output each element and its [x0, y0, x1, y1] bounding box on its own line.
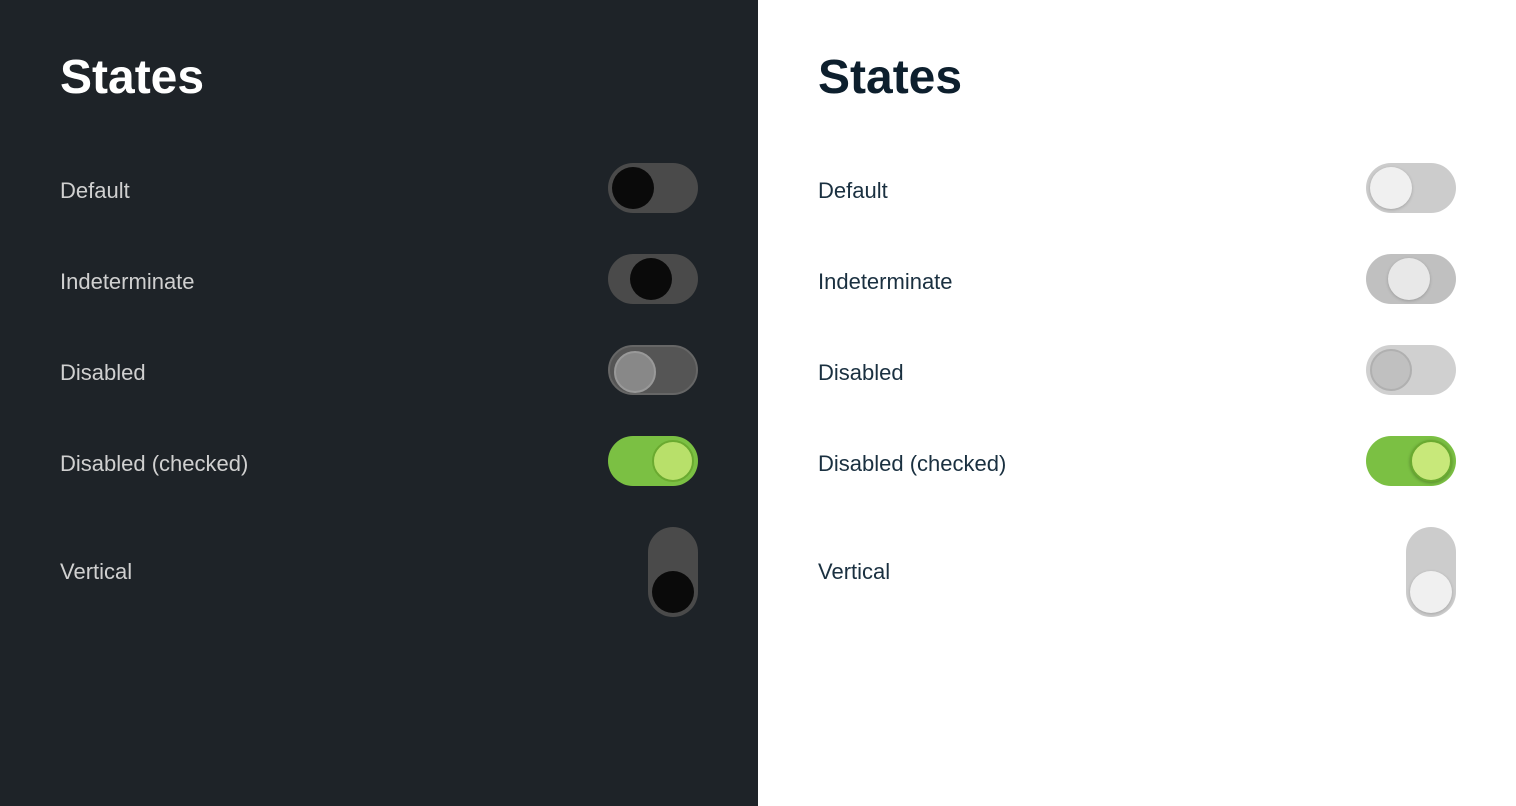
dark-default-toggle[interactable] — [608, 163, 698, 218]
light-vertical-track — [1406, 527, 1456, 617]
light-default-row: Default — [818, 145, 1456, 236]
dark-vertical-track — [648, 527, 698, 617]
dark-indeterminate-row: Indeterminate — [60, 236, 698, 327]
light-vertical-toggle[interactable] — [1406, 527, 1456, 617]
light-disabled-checked-track — [1366, 436, 1456, 486]
light-indeterminate-thumb — [1388, 258, 1430, 300]
dark-disabled-thumb — [614, 351, 656, 393]
dark-disabled-checked-track — [608, 436, 698, 486]
dark-vertical-label-wrapper: Vertical — [60, 527, 132, 617]
light-disabled-checked-row: Disabled (checked) — [818, 418, 1456, 509]
dark-disabled-checked-thumb — [652, 440, 694, 482]
dark-disabled-track — [608, 345, 698, 395]
light-vertical-thumb — [1410, 571, 1452, 613]
dark-vertical-label: Vertical — [60, 559, 132, 585]
light-vertical-label-wrapper: Vertical — [818, 527, 890, 617]
dark-indeterminate-thumb — [630, 258, 672, 300]
dark-disabled-label: Disabled — [60, 360, 146, 386]
light-disabled-checked-thumb — [1410, 440, 1452, 482]
light-disabled-checked-label: Disabled (checked) — [818, 451, 1006, 477]
light-disabled-label: Disabled — [818, 360, 904, 386]
dark-disabled-checked-row: Disabled (checked) — [60, 418, 698, 509]
light-disabled-track — [1366, 345, 1456, 395]
light-disabled-checked-toggle — [1366, 436, 1456, 491]
light-default-label: Default — [818, 178, 888, 204]
light-indeterminate-row: Indeterminate — [818, 236, 1456, 327]
light-default-thumb — [1370, 167, 1412, 209]
dark-default-row: Default — [60, 145, 698, 236]
dark-vertical-row: Vertical — [60, 509, 698, 635]
light-indeterminate-toggle[interactable] — [1366, 254, 1456, 309]
light-vertical-row: Vertical — [818, 509, 1456, 635]
dark-disabled-row: Disabled — [60, 327, 698, 418]
dark-default-track — [608, 163, 698, 213]
dark-panel: States Default Indeterminate Disabled Di… — [0, 0, 758, 806]
light-disabled-toggle — [1366, 345, 1456, 400]
dark-default-thumb — [612, 167, 654, 209]
light-indeterminate-label: Indeterminate — [818, 269, 953, 295]
light-default-toggle[interactable] — [1366, 163, 1456, 218]
dark-indeterminate-label: Indeterminate — [60, 269, 195, 295]
dark-indeterminate-track — [608, 254, 698, 304]
dark-vertical-thumb — [652, 571, 694, 613]
light-disabled-row: Disabled — [818, 327, 1456, 418]
light-indeterminate-track — [1366, 254, 1456, 304]
dark-indeterminate-toggle[interactable] — [608, 254, 698, 309]
light-default-track — [1366, 163, 1456, 213]
dark-disabled-checked-toggle — [608, 436, 698, 491]
dark-vertical-toggle[interactable] — [648, 527, 698, 617]
dark-panel-title: States — [60, 50, 698, 105]
dark-disabled-toggle — [608, 345, 698, 400]
light-disabled-thumb — [1370, 349, 1412, 391]
light-vertical-label: Vertical — [818, 559, 890, 585]
dark-disabled-checked-label: Disabled (checked) — [60, 451, 248, 477]
dark-default-label: Default — [60, 178, 130, 204]
light-panel: States Default Indeterminate Disabled Di… — [758, 0, 1516, 806]
light-panel-title: States — [818, 50, 1456, 105]
